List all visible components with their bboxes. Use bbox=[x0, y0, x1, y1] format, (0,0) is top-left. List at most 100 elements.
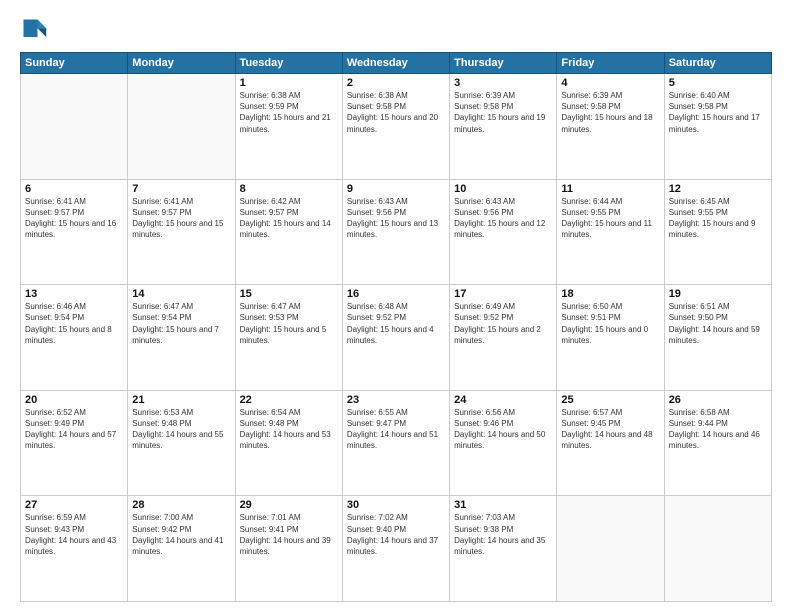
day-number: 17 bbox=[454, 288, 552, 300]
day-number: 23 bbox=[347, 394, 445, 406]
cell-detail: Daylight: 15 hours and 5 minutes. bbox=[240, 324, 338, 346]
cell-detail: Sunrise: 6:55 AM bbox=[347, 407, 445, 418]
cell-detail: Sunrise: 7:01 AM bbox=[240, 512, 338, 523]
cell-detail: Sunset: 9:57 PM bbox=[132, 207, 230, 218]
day-cell bbox=[557, 496, 664, 602]
cell-detail: Sunset: 9:40 PM bbox=[347, 524, 445, 535]
cell-detail: Sunrise: 6:45 AM bbox=[669, 196, 767, 207]
cell-detail: Sunrise: 6:57 AM bbox=[561, 407, 659, 418]
cell-detail: Sunset: 9:58 PM bbox=[347, 101, 445, 112]
cell-detail: Sunset: 9:57 PM bbox=[240, 207, 338, 218]
day-number: 22 bbox=[240, 394, 338, 406]
cell-detail: Sunrise: 6:43 AM bbox=[454, 196, 552, 207]
day-number: 29 bbox=[240, 499, 338, 511]
cell-detail: Daylight: 15 hours and 0 minutes. bbox=[561, 324, 659, 346]
cell-detail: Sunset: 9:52 PM bbox=[454, 312, 552, 323]
cell-detail: Daylight: 15 hours and 14 minutes. bbox=[240, 218, 338, 240]
day-number: 12 bbox=[669, 183, 767, 195]
cell-detail: Sunset: 9:50 PM bbox=[669, 312, 767, 323]
cell-detail: Daylight: 14 hours and 59 minutes. bbox=[669, 324, 767, 346]
cell-detail: Daylight: 15 hours and 19 minutes. bbox=[454, 112, 552, 134]
day-number: 21 bbox=[132, 394, 230, 406]
day-cell: 4Sunrise: 6:39 AMSunset: 9:58 PMDaylight… bbox=[557, 74, 664, 180]
logo-icon bbox=[20, 16, 48, 44]
cell-detail: Sunrise: 6:50 AM bbox=[561, 301, 659, 312]
cell-detail: Daylight: 15 hours and 2 minutes. bbox=[454, 324, 552, 346]
cell-detail: Daylight: 15 hours and 13 minutes. bbox=[347, 218, 445, 240]
cell-detail: Daylight: 14 hours and 39 minutes. bbox=[240, 535, 338, 557]
cell-detail: Sunrise: 6:59 AM bbox=[25, 512, 123, 523]
cell-detail: Sunrise: 6:38 AM bbox=[240, 90, 338, 101]
logo bbox=[20, 16, 52, 44]
day-cell: 13Sunrise: 6:46 AMSunset: 9:54 PMDayligh… bbox=[21, 285, 128, 391]
cell-detail: Sunset: 9:58 PM bbox=[561, 101, 659, 112]
cell-detail: Sunrise: 6:56 AM bbox=[454, 407, 552, 418]
day-cell: 28Sunrise: 7:00 AMSunset: 9:42 PMDayligh… bbox=[128, 496, 235, 602]
day-cell: 22Sunrise: 6:54 AMSunset: 9:48 PMDayligh… bbox=[235, 390, 342, 496]
cell-detail: Sunrise: 6:47 AM bbox=[132, 301, 230, 312]
day-cell: 1Sunrise: 6:38 AMSunset: 9:59 PMDaylight… bbox=[235, 74, 342, 180]
cell-detail: Sunrise: 6:46 AM bbox=[25, 301, 123, 312]
cell-detail: Sunset: 9:59 PM bbox=[240, 101, 338, 112]
cell-detail: Sunset: 9:55 PM bbox=[561, 207, 659, 218]
cell-detail: Daylight: 14 hours and 35 minutes. bbox=[454, 535, 552, 557]
cell-detail: Sunrise: 6:58 AM bbox=[669, 407, 767, 418]
weekday-header-monday: Monday bbox=[128, 53, 235, 74]
cell-detail: Sunrise: 6:39 AM bbox=[454, 90, 552, 101]
cell-detail: Sunset: 9:47 PM bbox=[347, 418, 445, 429]
cell-detail: Daylight: 15 hours and 8 minutes. bbox=[25, 324, 123, 346]
day-cell: 9Sunrise: 6:43 AMSunset: 9:56 PMDaylight… bbox=[342, 179, 449, 285]
day-cell: 21Sunrise: 6:53 AMSunset: 9:48 PMDayligh… bbox=[128, 390, 235, 496]
day-cell: 18Sunrise: 6:50 AMSunset: 9:51 PMDayligh… bbox=[557, 285, 664, 391]
cell-detail: Sunrise: 6:53 AM bbox=[132, 407, 230, 418]
cell-detail: Sunrise: 6:52 AM bbox=[25, 407, 123, 418]
cell-detail: Sunrise: 6:38 AM bbox=[347, 90, 445, 101]
cell-detail: Daylight: 14 hours and 43 minutes. bbox=[25, 535, 123, 557]
cell-detail: Sunset: 9:58 PM bbox=[454, 101, 552, 112]
day-number: 14 bbox=[132, 288, 230, 300]
cell-detail: Sunset: 9:54 PM bbox=[132, 312, 230, 323]
day-number: 5 bbox=[669, 77, 767, 89]
day-cell: 24Sunrise: 6:56 AMSunset: 9:46 PMDayligh… bbox=[450, 390, 557, 496]
day-cell: 23Sunrise: 6:55 AMSunset: 9:47 PMDayligh… bbox=[342, 390, 449, 496]
week-row-1: 1Sunrise: 6:38 AMSunset: 9:59 PMDaylight… bbox=[21, 74, 772, 180]
cell-detail: Sunset: 9:51 PM bbox=[561, 312, 659, 323]
day-number: 4 bbox=[561, 77, 659, 89]
cell-detail: Sunrise: 6:39 AM bbox=[561, 90, 659, 101]
cell-detail: Sunset: 9:55 PM bbox=[669, 207, 767, 218]
day-cell: 2Sunrise: 6:38 AMSunset: 9:58 PMDaylight… bbox=[342, 74, 449, 180]
day-cell: 27Sunrise: 6:59 AMSunset: 9:43 PMDayligh… bbox=[21, 496, 128, 602]
day-cell bbox=[128, 74, 235, 180]
day-number: 20 bbox=[25, 394, 123, 406]
cell-detail: Sunset: 9:58 PM bbox=[669, 101, 767, 112]
day-number: 8 bbox=[240, 183, 338, 195]
day-number: 16 bbox=[347, 288, 445, 300]
day-number: 9 bbox=[347, 183, 445, 195]
weekday-header-row: SundayMondayTuesdayWednesdayThursdayFrid… bbox=[21, 53, 772, 74]
day-number: 11 bbox=[561, 183, 659, 195]
cell-detail: Daylight: 15 hours and 16 minutes. bbox=[25, 218, 123, 240]
day-number: 26 bbox=[669, 394, 767, 406]
cell-detail: Sunset: 9:53 PM bbox=[240, 312, 338, 323]
day-cell: 11Sunrise: 6:44 AMSunset: 9:55 PMDayligh… bbox=[557, 179, 664, 285]
week-row-3: 13Sunrise: 6:46 AM Sunset: 9:54 PM Dayligh… bbox=[21, 285, 772, 391]
week-row-4: 20Sunrise: 6:52 AMSunset: 9:49 PMDayligh… bbox=[21, 390, 772, 496]
day-cell: 3Sunrise: 6:39 AMSunset: 9:58 PMDaylight… bbox=[450, 74, 557, 180]
day-number: 13 bbox=[25, 288, 123, 300]
day-cell: 6Sunrise: 6:41 AMSunset: 9:57 PMDaylight… bbox=[21, 179, 128, 285]
cell-detail: Daylight: 14 hours and 41 minutes. bbox=[132, 535, 230, 557]
cell-detail: Daylight: 15 hours and 11 minutes. bbox=[561, 218, 659, 240]
cell-detail: Daylight: 15 hours and 20 minutes. bbox=[347, 112, 445, 134]
cell-detail: Sunset: 9:56 PM bbox=[454, 207, 552, 218]
day-number: 28 bbox=[132, 499, 230, 511]
weekday-header-wednesday: Wednesday bbox=[342, 53, 449, 74]
day-cell: 31Sunrise: 7:03 AMSunset: 9:38 PMDayligh… bbox=[450, 496, 557, 602]
cell-detail: Sunrise: 6:41 AM bbox=[25, 196, 123, 207]
cell-detail: Daylight: 15 hours and 17 minutes. bbox=[669, 112, 767, 134]
cell-detail: Sunrise: 6:54 AM bbox=[240, 407, 338, 418]
day-cell: 7Sunrise: 6:41 AMSunset: 9:57 PMDaylight… bbox=[128, 179, 235, 285]
day-number: 15 bbox=[240, 288, 338, 300]
cell-detail: Sunset: 9:52 PM bbox=[347, 312, 445, 323]
day-number: 1 bbox=[240, 77, 338, 89]
day-cell: 15Sunrise: 6:47 AMSunset: 9:53 PMDayligh… bbox=[235, 285, 342, 391]
